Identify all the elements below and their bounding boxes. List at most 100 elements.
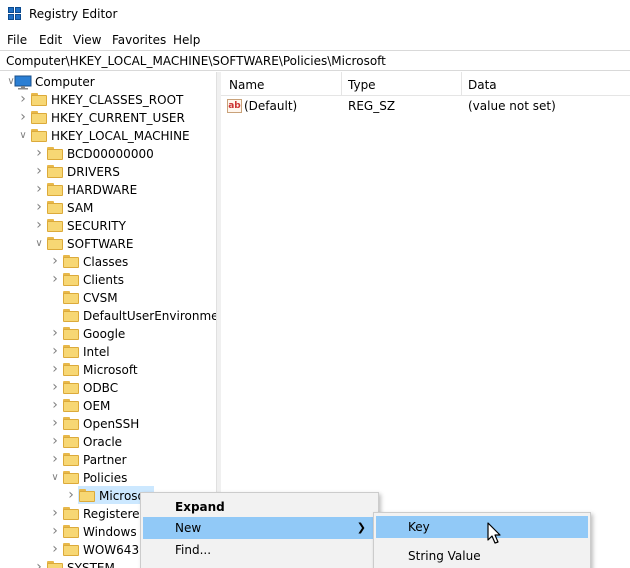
tree-node[interactable]: ∨ HKEY_LOCAL_MACHINE — [0, 127, 216, 145]
folder-icon — [47, 183, 63, 196]
chevron-right-icon[interactable]: › — [50, 380, 60, 394]
tree-node[interactable]: CVSM — [0, 289, 216, 307]
address-bar[interactable]: Computer\HKEY_LOCAL_MACHINE\SOFTWARE\Pol… — [0, 50, 630, 71]
submenu-key[interactable]: Key — [376, 516, 588, 538]
folder-icon — [63, 345, 79, 358]
tree-node-label: SAM — [67, 201, 94, 215]
tree-node[interactable]: › BCD00000000 — [0, 145, 216, 163]
tree-node-label: Oracle — [83, 435, 123, 449]
tree-node[interactable]: › HKEY_CLASSES_ROOT — [0, 91, 216, 109]
folder-icon — [63, 417, 79, 430]
chevron-right-icon[interactable]: › — [50, 416, 60, 430]
chevron-right-icon[interactable]: › — [50, 344, 60, 358]
chevron-right-icon[interactable]: › — [50, 434, 60, 448]
folder-icon — [47, 201, 63, 214]
folder-icon — [31, 93, 47, 106]
folder-icon — [47, 219, 63, 232]
tree-node[interactable]: › Classes — [0, 253, 216, 271]
mouse-cursor-icon — [487, 522, 501, 544]
chevron-right-icon[interactable]: › — [66, 488, 76, 502]
chevron-right-icon[interactable]: › — [34, 182, 44, 196]
chevron-right-icon[interactable]: › — [50, 542, 60, 556]
folder-icon — [63, 327, 79, 340]
folder-icon — [31, 111, 47, 124]
tree-node[interactable]: › OEM — [0, 397, 216, 415]
chevron-right-icon[interactable]: › — [18, 92, 28, 106]
tree-node[interactable]: › OpenSSH — [0, 415, 216, 433]
chevron-right-icon[interactable]: › — [50, 272, 60, 286]
chevron-right-icon[interactable]: › — [34, 560, 44, 568]
menu-bar: File Edit View Favorites Help — [0, 30, 630, 50]
chevron-right-icon[interactable]: › — [50, 524, 60, 538]
tree-node[interactable]: › DRIVERS — [0, 163, 216, 181]
menu-favorites[interactable]: Favorites — [112, 33, 166, 47]
tree-node-label: Microso — [99, 489, 145, 503]
tree-node[interactable]: › SAM — [0, 199, 216, 217]
tree-node[interactable]: › Clients — [0, 271, 216, 289]
tree-node-label: Windows — [83, 525, 137, 539]
folder-icon — [63, 255, 79, 268]
folder-icon — [47, 165, 63, 178]
window-title: Registry Editor — [29, 7, 118, 21]
tree-node-label: HKEY_CLASSES_ROOT — [51, 93, 184, 107]
tree-node[interactable]: › HKEY_CURRENT_USER — [0, 109, 216, 127]
chevron-down-icon[interactable]: ∨ — [18, 130, 28, 142]
chevron-right-icon[interactable]: › — [34, 164, 44, 178]
menu-help[interactable]: Help — [173, 33, 200, 47]
ab-string-icon: ab — [227, 99, 242, 113]
tree-node[interactable]: › HARDWARE — [0, 181, 216, 199]
menu-edit[interactable]: Edit — [39, 33, 62, 47]
tree-node-label: ODBC — [83, 381, 119, 395]
menu-find[interactable]: Find... — [143, 539, 376, 561]
context-menu: Expand New ❯ Find... — [140, 492, 379, 568]
menu-view[interactable]: View — [73, 33, 101, 47]
list-header: Name Type Data — [221, 72, 630, 96]
chevron-right-icon[interactable]: › — [34, 218, 44, 232]
chevron-down-icon[interactable]: ∨ — [50, 472, 60, 484]
tree-node-label: SECURITY — [67, 219, 126, 233]
column-name[interactable]: Name — [221, 72, 342, 96]
folder-icon — [63, 399, 79, 412]
value-type: REG_SZ — [348, 99, 396, 113]
chevron-right-icon[interactable]: › — [50, 362, 60, 376]
tree-node-label: DRIVERS — [67, 165, 120, 179]
tree-node-label: BCD00000000 — [67, 147, 154, 161]
chevron-right-icon[interactable]: › — [50, 506, 60, 520]
tree-node[interactable]: › Partner — [0, 451, 216, 469]
chevron-right-icon[interactable]: › — [50, 398, 60, 412]
submenu-string-value[interactable]: String Value — [376, 545, 588, 567]
chevron-right-icon[interactable]: › — [34, 146, 44, 160]
tree-node[interactable]: ∨ Policies — [0, 469, 216, 487]
chevron-right-icon[interactable]: › — [50, 254, 60, 268]
chevron-right-icon[interactable]: › — [34, 200, 44, 214]
chevron-right-icon[interactable]: › — [50, 452, 60, 466]
title-bar[interactable]: Registry Editor — [0, 0, 630, 30]
column-type[interactable]: Type — [342, 72, 462, 96]
tree-node-label: Microsoft — [83, 363, 138, 377]
folder-icon — [63, 309, 79, 322]
tree-node[interactable]: ∨ Computer — [0, 73, 216, 91]
tree-node[interactable]: › Intel — [0, 343, 216, 361]
menu-expand[interactable]: Expand — [143, 496, 376, 518]
menu-file[interactable]: File — [7, 33, 27, 47]
chevron-right-icon[interactable]: › — [50, 326, 60, 340]
tree-node[interactable]: › Oracle — [0, 433, 216, 451]
tree-node[interactable]: › Google — [0, 325, 216, 343]
tree-node-label: CVSM — [83, 291, 118, 305]
chevron-down-icon[interactable]: ∨ — [34, 238, 44, 250]
tree-node-label: OEM — [83, 399, 111, 413]
chevron-right-icon[interactable]: › — [18, 110, 28, 124]
tree-node-label: SYSTEM — [67, 561, 115, 568]
menu-new[interactable]: New ❯ — [143, 517, 376, 539]
tree-node[interactable]: › Microsoft — [0, 361, 216, 379]
tree-node[interactable]: › SECURITY — [0, 217, 216, 235]
column-data[interactable]: Data — [462, 72, 630, 96]
tree-node[interactable]: DefaultUserEnvironment — [0, 307, 216, 325]
computer-icon — [14, 75, 32, 90]
address-path[interactable]: Computer\HKEY_LOCAL_MACHINE\SOFTWARE\Pol… — [6, 54, 386, 68]
tree-node[interactable]: ∨ SOFTWARE — [0, 235, 216, 253]
tree-node[interactable]: › ODBC — [0, 379, 216, 397]
tree-node-label: DefaultUserEnvironment — [83, 309, 216, 323]
value-name[interactable]: (Default) — [244, 99, 297, 113]
new-submenu: Key String Value — [373, 512, 591, 568]
